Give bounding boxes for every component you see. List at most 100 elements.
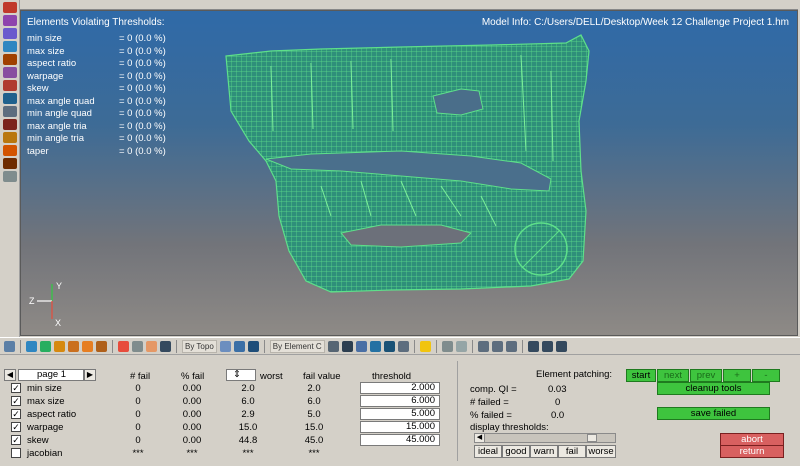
- star-icon[interactable]: [419, 340, 431, 352]
- threshold-buttons: ideal good warn fail worse: [474, 445, 616, 458]
- display-thresholds-label: display thresholds:: [470, 422, 549, 433]
- patch-next-button[interactable]: next: [657, 369, 689, 382]
- threshold-ideal-button[interactable]: ideal: [474, 445, 502, 458]
- threshold-good-button[interactable]: good: [502, 445, 530, 458]
- page-selector[interactable]: page 1: [18, 369, 84, 381]
- triad-x-label: X: [55, 318, 61, 328]
- graphics-viewport[interactable]: Elements Violating Thresholds: min size =…: [20, 10, 798, 336]
- threshold-worse-button[interactable]: worse: [586, 445, 616, 458]
- wrench-icon[interactable]: [455, 340, 467, 352]
- criteria-checkbox[interactable]: ✓: [11, 422, 21, 432]
- process-icon[interactable]: [3, 145, 17, 156]
- return-button[interactable]: return: [720, 445, 784, 458]
- visualization-icon[interactable]: [3, 41, 17, 52]
- find-icon[interactable]: [160, 340, 171, 352]
- threshold-input[interactable]: 5.000: [360, 408, 440, 420]
- threshold-input[interactable]: 45.000: [360, 434, 440, 446]
- collector-icon[interactable]: [26, 340, 37, 352]
- macro-icon[interactable]: [3, 158, 17, 169]
- threshold-input[interactable]: 2.000: [360, 382, 440, 394]
- entity-state-icon[interactable]: [3, 54, 17, 65]
- patch-buttons: start next prev + -: [626, 369, 780, 382]
- violation-row: max angle quad = 0 (0.0 %): [27, 95, 166, 107]
- patch-start-button[interactable]: start: [626, 369, 656, 382]
- threshold-input[interactable]: 6.000: [360, 395, 440, 407]
- table-row: ✓ min size 0 0.00 2.0 2.0 2.000: [0, 382, 445, 395]
- page-prev-button[interactable]: ◀: [4, 369, 16, 381]
- toolbar-display-icon[interactable]: [4, 340, 15, 352]
- criteria-checkbox[interactable]: [11, 448, 21, 458]
- settings-icon[interactable]: [3, 171, 17, 182]
- property-icon[interactable]: [96, 340, 107, 352]
- col-header-fail: # fail: [130, 371, 151, 382]
- shaded-icon[interactable]: [247, 340, 259, 352]
- undo-view-icon[interactable]: [505, 340, 517, 352]
- wireframe-icon[interactable]: [341, 340, 353, 352]
- sort-button[interactable]: ⇕: [226, 369, 256, 381]
- delete-icon[interactable]: [118, 340, 129, 352]
- zoom-in-icon[interactable]: [541, 340, 553, 352]
- threshold-input[interactable]: 15.000: [360, 421, 440, 433]
- violation-row: skew = 0 (0.0 %): [27, 83, 166, 94]
- patch-plus-button[interactable]: +: [723, 369, 751, 382]
- element-style-icon[interactable]: [327, 340, 339, 352]
- numbering-icon[interactable]: [3, 106, 17, 117]
- violation-row: warpage = 0 (0.0 %): [27, 70, 166, 82]
- col-header-threshold: threshold: [372, 371, 412, 382]
- criteria-checkbox[interactable]: ✓: [11, 383, 21, 393]
- model-info: Model Info: C:/Users/DELL/Desktop/Week 1…: [481, 17, 789, 28]
- page-next-button[interactable]: ▶: [84, 369, 96, 381]
- view-previous-icon[interactable]: [477, 340, 489, 352]
- session-icon[interactable]: [3, 93, 17, 104]
- table-row: ✓ max size 0 0.00 6.0 6.0 6.000: [0, 395, 445, 408]
- criteria-checkbox[interactable]: ✓: [11, 409, 21, 419]
- rotate-icon[interactable]: [555, 340, 567, 352]
- violation-row: max size = 0 (0.0 %): [27, 45, 166, 57]
- slider-handle[interactable]: [587, 434, 597, 442]
- axis-triad: Y Z X: [29, 281, 62, 328]
- unmask-icon[interactable]: [146, 340, 157, 352]
- color-by-topo-dropdown[interactable]: By Topo: [182, 339, 217, 353]
- threshold-fail-button[interactable]: fail: [558, 445, 586, 458]
- col-header-pct-fail: % fail: [181, 371, 205, 382]
- results-icon[interactable]: [3, 80, 17, 91]
- load-collector-icon[interactable]: [54, 340, 65, 352]
- cleanup-tools-button[interactable]: cleanup tools: [657, 382, 770, 395]
- slider-left-arrow[interactable]: ◀: [475, 434, 485, 442]
- geometry-style-icon[interactable]: [219, 340, 231, 352]
- violation-row: min angle quad = 0 (0.0 %): [27, 108, 166, 119]
- criteria-checkbox[interactable]: ✓: [11, 435, 21, 445]
- comp-qi-label: comp. QI =: [470, 384, 517, 395]
- col-header-fail-value: fail value: [303, 371, 341, 382]
- table-row: jacobian *** *** *** ***: [0, 447, 445, 460]
- element-shrink-icon[interactable]: [383, 340, 395, 352]
- divider: [457, 361, 458, 461]
- color-by-element-dropdown[interactable]: By Element C: [269, 339, 325, 353]
- transparency-icon[interactable]: [369, 340, 381, 352]
- save-failed-button[interactable]: save failed: [657, 407, 770, 420]
- view-icon[interactable]: [3, 67, 17, 78]
- mask-toggle-icon[interactable]: [132, 340, 143, 352]
- system-icon[interactable]: [68, 340, 79, 352]
- zoom-out-icon[interactable]: [527, 340, 539, 352]
- patch-minus-button[interactable]: -: [752, 369, 780, 382]
- utility-icon[interactable]: [3, 132, 17, 143]
- material-icon[interactable]: [82, 340, 93, 352]
- surface-display-icon[interactable]: [233, 340, 245, 352]
- pct-failed-label: % failed =: [470, 410, 512, 421]
- screen-icon[interactable]: [397, 340, 409, 352]
- plot-icon[interactable]: [3, 119, 17, 130]
- criteria-checkbox[interactable]: ✓: [11, 396, 21, 406]
- model-browser-icon[interactable]: [3, 2, 17, 13]
- view-next-icon[interactable]: [491, 340, 503, 352]
- mask-icon[interactable]: [3, 15, 17, 26]
- clip-icon[interactable]: [441, 340, 453, 352]
- threshold-warn-button[interactable]: warn: [530, 445, 558, 458]
- threshold-slider[interactable]: ◀: [474, 433, 616, 443]
- violation-row: taper = 0 (0.0 %): [27, 145, 166, 157]
- component-create-icon[interactable]: [40, 340, 51, 352]
- comp-qi-value: 0.03: [548, 384, 567, 395]
- component-icon[interactable]: [3, 28, 17, 39]
- patch-prev-button[interactable]: prev: [690, 369, 722, 382]
- shaded-mesh-icon[interactable]: [355, 340, 367, 352]
